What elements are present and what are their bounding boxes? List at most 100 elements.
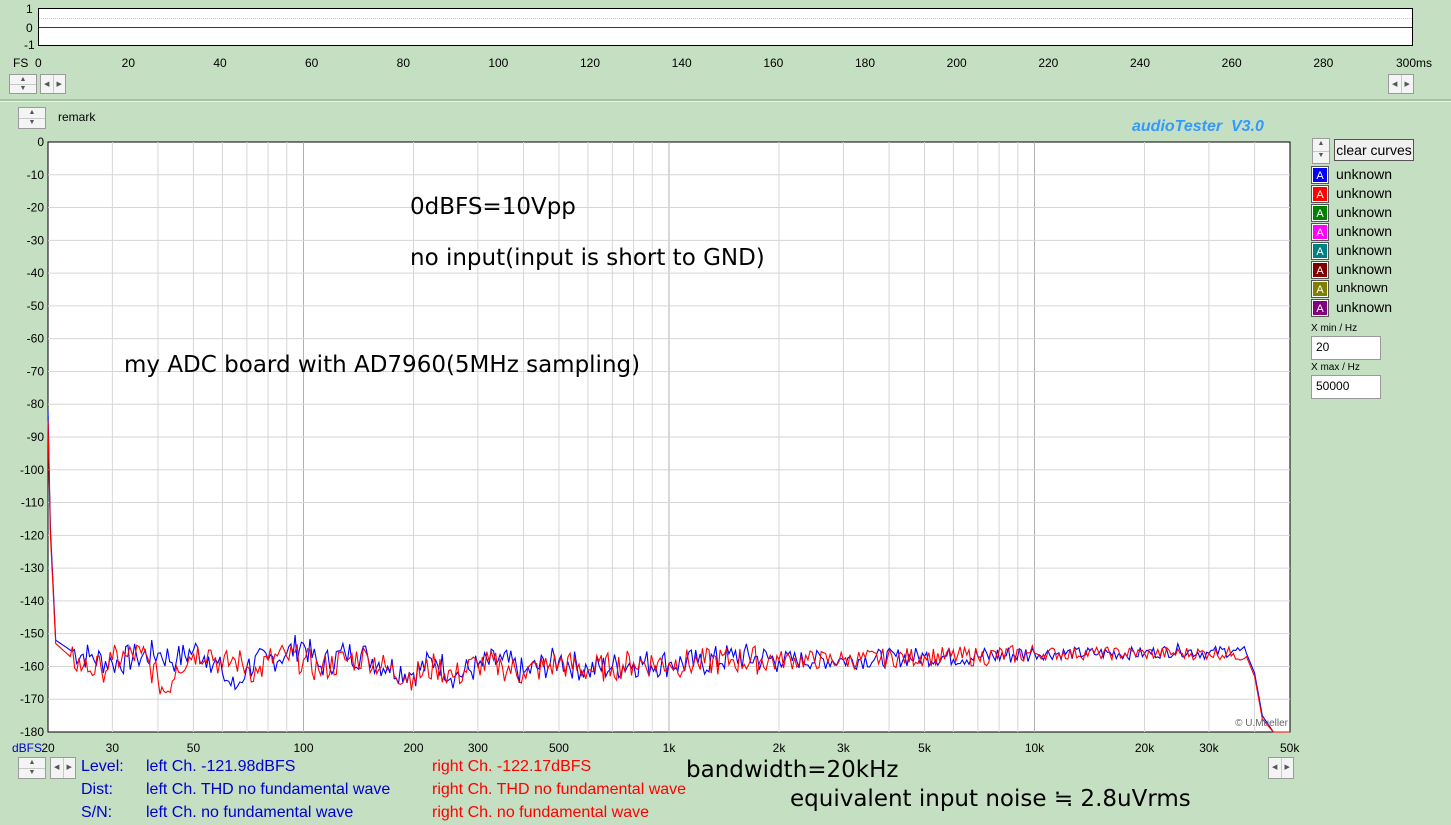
xmax-input[interactable]: 50000 (1311, 375, 1381, 399)
clear-curves-button[interactable]: clear curves (1334, 139, 1414, 161)
y-tick-label: -160 (20, 659, 44, 673)
waveform-xtick: 0 (35, 56, 42, 70)
waveform-scroll-left[interactable]: ◀ ▶ (40, 74, 66, 94)
x-tick-label: 2k (773, 741, 787, 755)
xmin-input[interactable]: 20 (1311, 336, 1381, 360)
waveform-xtick: 60 (305, 56, 319, 70)
y-tick-label: -130 (20, 561, 44, 575)
waveform-xtick: 100 (488, 56, 509, 70)
y-tick-label: -90 (27, 430, 45, 444)
status-level-left: left Ch. -121.98dBFS (146, 758, 296, 775)
curve-color-button[interactable]: A (1311, 166, 1329, 184)
curve-color-button[interactable]: A (1311, 242, 1329, 260)
chart-scroll-right[interactable]: ◀ ▶ (1268, 757, 1294, 779)
waveform-xtick: 240 (1130, 56, 1151, 70)
status-sn-right: right Ch. no fundamental wave (432, 804, 650, 821)
waveform-y-unit: FS (13, 56, 29, 70)
x-tick-label: 500 (549, 741, 569, 755)
y-tick-label: -110 (21, 496, 44, 510)
x-tick-label: 200 (403, 741, 423, 755)
legend-label: unknown (1336, 204, 1393, 220)
x-tick-label: 30 (106, 741, 120, 755)
waveform-trace (39, 27, 1412, 28)
y-tick-label: -40 (27, 266, 45, 280)
waveform-plot-area (38, 8, 1413, 46)
curve-color-button[interactable]: A (1311, 185, 1329, 203)
y-tick-label: -180 (20, 725, 44, 739)
legend-label: unknown (1336, 166, 1393, 182)
waveform-xtick: 80 (396, 56, 411, 70)
arrow-left-icon[interactable]: ◀ (51, 758, 64, 778)
panel-divider (0, 99, 1451, 102)
status-level-right: right Ch. -122.17dBFS (432, 758, 592, 775)
status-dist-left: left Ch. THD no fundamental wave (146, 781, 391, 798)
y-tick-label: -170 (20, 692, 44, 706)
y-tick-label: -100 (20, 463, 44, 477)
curve-color-button[interactable]: A (1311, 204, 1329, 222)
chart-scroll-left[interactable]: ◀ ▶ (50, 757, 76, 779)
annotation-no-input: no input(input is short to GND) (410, 245, 765, 271)
arrow-left-icon[interactable]: ◀ (1269, 758, 1282, 778)
x-tick-label: 1k (663, 741, 677, 755)
waveform-xtick: 260 (1221, 56, 1242, 70)
status-dist-label: Dist: (81, 781, 113, 798)
waveform-ytick: 1 (26, 2, 33, 16)
curve-color-button[interactable]: A (1311, 280, 1329, 298)
x-tick-label: 300 (468, 741, 488, 755)
waveform-xtick: 300ms (1396, 56, 1433, 70)
y-axis-label: dBFS (12, 741, 42, 755)
spin-down-icon[interactable]: ▼ (19, 118, 45, 128)
x-tick-label: 3k (837, 741, 851, 755)
xmax-label: X max / Hz (1311, 362, 1360, 373)
waveform-xtick: 280 (1313, 56, 1334, 70)
legend-label: unknown (1336, 223, 1393, 239)
y-tick-label: -70 (27, 364, 45, 378)
spectrum-chart: 0 -10 -20 -30 -40 -50 -60 -70 -80 -90 -100 -110 -120… (12, 135, 1300, 755)
x-tick-label: 100 (293, 741, 313, 755)
arrow-right-icon[interactable]: ▶ (64, 758, 76, 778)
curve-color-button[interactable]: A (1311, 261, 1329, 279)
legend-label: unknown (1336, 242, 1393, 258)
waveform-scroll-right[interactable]: ◀ ▶ (1388, 74, 1414, 94)
waveform-ytick: -1 (24, 38, 35, 52)
waveform-xtick: 200 (946, 56, 967, 70)
y-tick-label: -150 (20, 627, 44, 641)
y-tick-label: -20 (27, 201, 45, 215)
arrow-left-icon[interactable]: ◀ (41, 75, 54, 93)
waveform-xtick: 180 (855, 56, 876, 70)
xmin-label: X min / Hz (1311, 323, 1358, 334)
legend-label: unknown (1336, 299, 1393, 315)
y-tick-label: -60 (27, 332, 45, 346)
y-tick-label: -50 (27, 299, 45, 313)
curve-color-button[interactable]: A (1311, 223, 1329, 241)
y-tick-label: -120 (20, 528, 44, 542)
x-tick-label: 50kHz (1280, 741, 1300, 755)
x-tick-label: 20k (1135, 741, 1155, 755)
x-tick-label: 20 (41, 741, 55, 755)
spin-down-icon[interactable]: ▼ (10, 84, 36, 93)
y-tick-label: -30 (27, 233, 45, 247)
arrow-right-icon[interactable]: ▶ (1402, 75, 1414, 93)
y-tick-label: -80 (27, 397, 45, 411)
annotation-noise: equivalent input noise ≒ 2.8uVrms (790, 786, 1191, 812)
status-sn-left: left Ch. no fundamental wave (146, 804, 354, 821)
arrow-left-icon[interactable]: ◀ (1389, 75, 1402, 93)
annotation-fullscale: 0dBFS=10Vpp (410, 194, 576, 220)
status-sn-label: S/N: (81, 804, 113, 821)
arrow-right-icon[interactable]: ▶ (54, 75, 66, 93)
x-tick-label: 30k (1199, 741, 1219, 755)
legend-label: unknown (1336, 280, 1389, 295)
arrow-right-icon[interactable]: ▶ (1282, 758, 1294, 778)
remark-spinner[interactable]: ▲ ▼ (18, 107, 46, 129)
x-tick-label: 10k (1025, 741, 1045, 755)
legend-label: unknown (1336, 185, 1393, 201)
spin-down-icon[interactable]: ▼ (19, 768, 45, 778)
annotation-bandwidth: bandwidth=20kHz (686, 757, 899, 783)
waveform-xtick: 20 (121, 56, 136, 70)
waveform-y-spinner[interactable]: ▲ ▼ (9, 74, 37, 94)
waveform-xtick: 120 (580, 56, 601, 70)
curve-color-button[interactable]: A (1311, 299, 1329, 317)
spin-down-icon[interactable]: ▼ (1313, 151, 1329, 163)
chart-y-spinner[interactable]: ▲ ▼ (18, 757, 46, 779)
legend-spinner[interactable]: ▲ ▼ (1312, 138, 1330, 164)
